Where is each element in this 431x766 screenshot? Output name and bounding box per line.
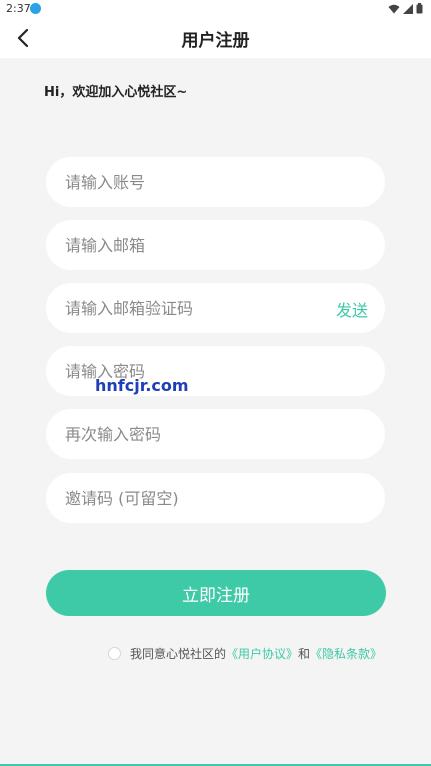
email-input[interactable]	[46, 220, 385, 270]
send-code-button[interactable]: 发送	[336, 297, 368, 321]
page-title: 用户注册	[181, 31, 250, 51]
notification-app-icon	[30, 3, 41, 14]
email-code-input[interactable]	[46, 283, 385, 333]
watermark: hnfcjr.com	[95, 376, 189, 395]
user-agreement-link[interactable]: 《用户协议》	[226, 645, 298, 662]
wifi-icon	[388, 4, 400, 13]
confirm-password-field[interactable]	[46, 409, 385, 459]
invite-code-input[interactable]	[46, 473, 385, 523]
header: 用户注册	[0, 18, 431, 58]
account-field[interactable]	[46, 157, 385, 207]
email-code-field[interactable]: 发送	[46, 283, 385, 333]
agreement-and: 和	[298, 646, 311, 661]
status-time: 2:37	[6, 2, 31, 15]
status-icons	[388, 3, 423, 14]
privacy-policy-link[interactable]: 《隐私条款》	[310, 645, 382, 662]
email-field[interactable]	[46, 220, 385, 270]
register-button[interactable]: 立即注册	[46, 570, 386, 616]
signal-icon	[403, 3, 413, 14]
battery-icon	[416, 3, 423, 14]
confirm-password-input[interactable]	[46, 409, 385, 459]
agreement-checkbox[interactable]	[108, 646, 121, 660]
account-input[interactable]	[46, 157, 385, 207]
status-bar: 2:37	[0, 0, 431, 18]
agreement-row: 我同意心悦社区的 《用户协议》 和 《隐私条款》	[108, 644, 382, 662]
agreement-prefix: 我同意心悦社区的	[130, 646, 227, 661]
welcome-text: Hi，欢迎加入心悦社区~	[44, 85, 188, 100]
invite-code-field[interactable]	[46, 473, 385, 523]
